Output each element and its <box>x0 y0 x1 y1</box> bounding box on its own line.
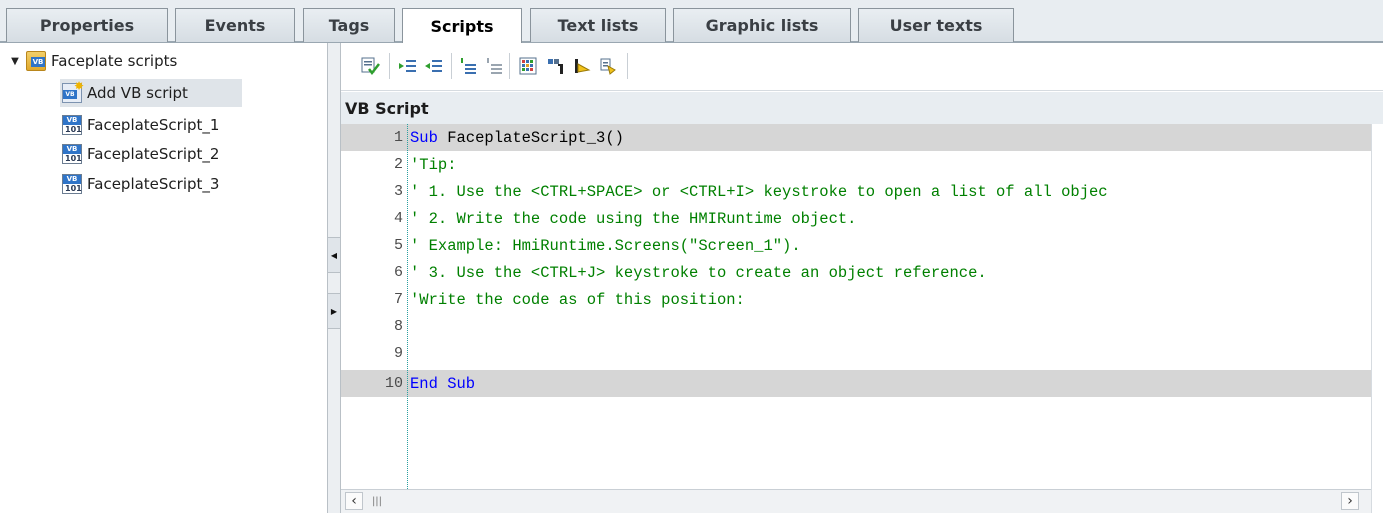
code-keyword: End Sub <box>410 375 476 393</box>
editor-title: VB Script <box>345 99 429 118</box>
line-number: 3 <box>393 183 403 200</box>
code-line-1[interactable]: 1 Sub FaceplateScript_3() <box>341 124 1371 151</box>
code-line-3[interactable]: 3 ' 1. Use the <CTRL+SPACE> or <CTRL+I> … <box>341 178 1371 205</box>
code-comment: ' Example: HmiRuntime.Screens("Screen_1"… <box>410 237 801 255</box>
scroll-left-icon[interactable]: ‹ <box>345 492 363 510</box>
line-number: 10 <box>384 375 403 392</box>
tree-root-faceplate-scripts[interactable]: ▼ VB Faceplate scripts <box>8 47 308 75</box>
outdent-icon[interactable] <box>423 55 445 77</box>
code-line-10[interactable]: 10 End Sub <box>341 370 1371 397</box>
syntax-check-icon[interactable] <box>359 55 381 77</box>
object-reference-icon[interactable] <box>545 55 567 77</box>
code-line-9[interactable]: 9 <box>341 340 1371 367</box>
expand-arrow-icon[interactable]: ▼ <box>8 54 22 68</box>
tree-item-faceplatescript-1[interactable]: VB 101 FaceplateScript_1 <box>62 111 282 139</box>
tree-item-faceplatescript-3[interactable]: VB 101 FaceplateScript_3 <box>62 170 282 198</box>
tree-item-label: FaceplateScript_2 <box>87 145 220 163</box>
line-number: 2 <box>393 156 403 173</box>
code-line-7[interactable]: 7 'Write the code as of this position: <box>341 286 1371 313</box>
vb-folder-icon: VB <box>26 51 46 71</box>
toolbar-separator <box>389 53 390 79</box>
code-line-5[interactable]: 5 ' Example: HmiRuntime.Screens("Screen_… <box>341 232 1371 259</box>
code-line-6[interactable]: 6 ' 3. Use the <CTRL+J> keystroke to cre… <box>341 259 1371 286</box>
bookmark-icon[interactable] <box>571 55 593 77</box>
line-number: 6 <box>393 264 403 281</box>
collapse-left-arrow-icon[interactable]: ◀ <box>328 237 340 273</box>
code-comment: ' 3. Use the <CTRL+J> keystroke to creat… <box>410 264 987 282</box>
gutter-divider <box>407 124 408 489</box>
toolbar-separator <box>627 53 628 79</box>
line-number: 7 <box>393 291 403 308</box>
tab-tags[interactable]: Tags <box>303 8 395 42</box>
code-line-2[interactable]: 2 'Tip: <box>341 151 1371 178</box>
tab-user-texts[interactable]: User texts <box>858 8 1014 42</box>
tree-item-label: FaceplateScript_3 <box>87 175 220 193</box>
tree-root-label: Faceplate scripts <box>51 52 178 70</box>
line-number: 4 <box>393 210 403 227</box>
bookmark-next-icon[interactable] <box>597 55 619 77</box>
code-line-4[interactable]: 4 ' 2. Write the code using the HMIRunti… <box>341 205 1371 232</box>
vb-script-icon: VB 101 <box>62 115 82 135</box>
code-comment: ' 2. Write the code using the HMIRuntime… <box>410 210 857 228</box>
tab-properties[interactable]: Properties <box>6 8 168 42</box>
panel-splitter[interactable]: ◀ ▶ <box>327 43 341 513</box>
line-number: 9 <box>393 345 403 362</box>
tab-bar: Properties Events Tags Scripts Text list… <box>0 0 1383 43</box>
line-number: 5 <box>393 237 403 254</box>
toolbar-separator <box>451 53 452 79</box>
tree-item-label: FaceplateScript_1 <box>87 116 220 134</box>
code-editor[interactable]: 1 Sub FaceplateScript_3() 2 'Tip: 3 ' 1.… <box>341 124 1371 489</box>
tab-graphic-lists[interactable]: Graphic lists <box>673 8 851 42</box>
vb-script-icon: VB 101 <box>62 174 82 194</box>
line-number: 1 <box>393 129 403 146</box>
comment-icon[interactable] <box>457 55 479 77</box>
code-text: FaceplateScript_3() <box>437 129 624 147</box>
tree-item-add-vb-script[interactable]: VB ✸ Add VB script <box>60 79 242 107</box>
script-tree: ▼ VB Faceplate scripts VB ✸ Add VB script… <box>0 43 327 513</box>
vertical-scrollbar[interactable] <box>1371 124 1383 513</box>
code-comment: 'Tip: <box>410 156 457 174</box>
tree-item-faceplatescript-2[interactable]: VB 101 FaceplateScript_2 <box>62 140 282 168</box>
code-line-8[interactable]: 8 <box>341 313 1371 340</box>
tab-scripts[interactable]: Scripts <box>402 8 522 43</box>
line-number: 8 <box>393 318 403 335</box>
tab-events[interactable]: Events <box>175 8 295 42</box>
tree-item-label: Add VB script <box>87 84 188 102</box>
add-vb-script-icon: VB ✸ <box>62 80 84 103</box>
indent-icon[interactable] <box>397 55 419 77</box>
code-comment: ' 1. Use the <CTRL+SPACE> or <CTRL+I> ke… <box>410 183 1108 201</box>
code-comment: 'Write the code as of this position: <box>410 291 745 309</box>
scroll-thumb-grip-icon[interactable]: ||| <box>371 495 383 507</box>
scroll-right-icon[interactable]: › <box>1341 492 1359 510</box>
vb-script-icon: VB 101 <box>62 144 82 164</box>
horizontal-scrollbar[interactable]: ‹ ||| › <box>341 489 1371 513</box>
expand-right-arrow-icon[interactable]: ▶ <box>328 293 340 329</box>
uncomment-icon[interactable] <box>483 55 505 77</box>
editor-header: VB Script <box>341 92 1383 124</box>
object-list-icon[interactable] <box>517 55 539 77</box>
script-toolbar <box>341 43 1383 91</box>
code-keyword: Sub <box>410 129 438 147</box>
tab-text-lists[interactable]: Text lists <box>530 8 666 42</box>
toolbar-separator <box>509 53 510 79</box>
